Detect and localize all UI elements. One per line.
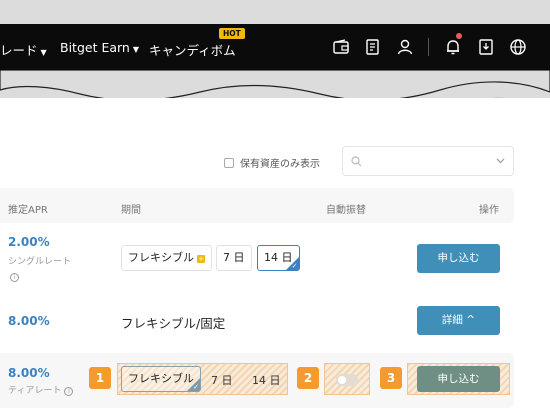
auto-renew-toggle[interactable] [336, 374, 358, 386]
header-apr: 推定APR [8, 205, 48, 216]
period-chip-7d[interactable]: 7 日 [216, 245, 252, 271]
info-icon[interactable]: i [64, 387, 74, 396]
check-icon: ✓ [291, 262, 298, 270]
period-chip-14d[interactable]: 14 日 ✓ [257, 245, 300, 271]
search-input[interactable] [342, 146, 514, 176]
guide-badge-2: 2 [297, 367, 319, 389]
subscribe-button[interactable]: 申し込む [417, 244, 500, 273]
nav-trade-label: レード [0, 43, 38, 58]
nav-divider [428, 38, 429, 56]
search-icon [351, 156, 362, 167]
chevron-down-icon: ▼ [132, 45, 140, 54]
period-option-14d[interactable]: 14 日 [252, 372, 281, 388]
chevron-down-icon: ▼ [40, 48, 47, 57]
hot-badge: HOT [219, 28, 245, 39]
rate-type-label: ティアレート i [8, 383, 74, 396]
nav-earn-label: Bitget Earn [60, 40, 130, 55]
apr-value: 8.00% [8, 366, 50, 380]
period-chip-flexible[interactable]: フレキシブル ✓ [121, 366, 201, 392]
check-icon: ✓ [193, 383, 199, 391]
bonus-icon: + [197, 255, 205, 263]
nav-candy-bomb[interactable]: キャンディボム [149, 40, 236, 59]
header-action: 操作 [479, 205, 499, 216]
table-row: 8.00% フレキシブル/固定 詳細 ^ [0, 306, 514, 354]
globe-icon[interactable] [509, 38, 527, 56]
bell-icon[interactable] [444, 38, 462, 56]
period-label: フレキシブル [128, 372, 194, 385]
subscribe-button[interactable]: 申し込む [417, 366, 500, 392]
user-icon[interactable] [396, 38, 414, 56]
holdings-only-toggle[interactable]: 保有資産のみ表示 [224, 155, 320, 170]
nav-candy-label: キャンディボム [149, 43, 236, 58]
header-auto-renew: 自動振替 [326, 205, 366, 216]
apr-value: 8.00% [8, 314, 50, 328]
orders-icon[interactable] [364, 38, 382, 56]
table-row: 8.00% ティアレート i 1 フレキシブル ✓ 7 日 14 日 2 3 申し… [0, 363, 514, 406]
top-navbar: レード ▼ Bitget Earn ▼ キャンディボム HOT [0, 24, 550, 70]
guide-badge-1: 1 [89, 367, 111, 389]
period-label: 7 日 [223, 251, 245, 264]
mode-label: フレキシブル/固定 [121, 316, 226, 331]
holdings-only-label: 保有資産のみ表示 [240, 159, 320, 170]
period-label: フレキシブル [128, 251, 194, 264]
guide-badge-3: 3 [380, 367, 402, 389]
period-option-7d[interactable]: 7 日 [211, 372, 233, 388]
nav-trade[interactable]: レード ▼ [0, 40, 47, 59]
notification-dot [456, 33, 462, 39]
download-icon[interactable] [477, 38, 495, 56]
table-row: 2.00% シングルレート i フレキシブル + 7 日 14 日 ✓ 申し込む [0, 235, 514, 295]
period-chip-flexible[interactable]: フレキシブル + [121, 245, 212, 271]
browser-strip [0, 0, 550, 24]
chevron-down-icon [496, 158, 505, 164]
apr-value: 2.00% [8, 235, 50, 249]
table-header: 推定APR 期間 自動振替 操作 [0, 188, 514, 223]
info-icon[interactable]: i [10, 273, 19, 282]
wallet-icon[interactable] [332, 38, 350, 56]
rate-type-text: ティアレート [8, 386, 62, 396]
header-period: 期間 [121, 205, 141, 216]
nav-bitget-earn[interactable]: Bitget Earn ▼ [60, 40, 139, 55]
details-button[interactable]: 詳細 ^ [417, 306, 500, 335]
toggle-knob [338, 376, 346, 384]
earn-product-panel: 保有資産のみ表示 推定APR 期間 自動振替 操作 2.00% シングルレート … [0, 98, 550, 420]
holdings-only-checkbox[interactable] [224, 158, 234, 168]
rate-type-label: シングルレート [8, 257, 72, 267]
